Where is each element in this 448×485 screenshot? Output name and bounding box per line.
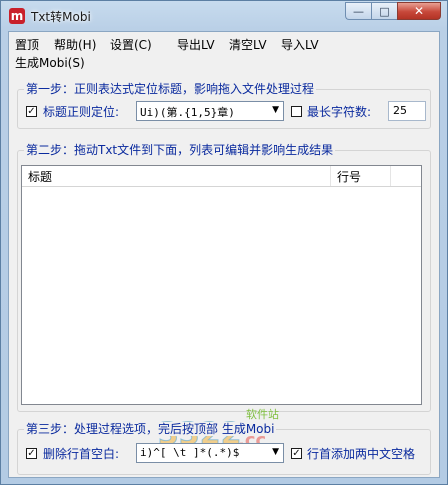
title-bar[interactable]: m Txt转Mobi — □ ✕ <box>1 1 447 31</box>
menu-import-lv[interactable]: 导入LV <box>281 36 319 53</box>
step3-group: 第三步：处理过程选项，完后按顶部 生成Mobi ✓ 删除行首空白: i)^[ \… <box>17 422 431 475</box>
maximize-icon: □ <box>379 4 390 18</box>
list-header: 标题 行号 <box>22 166 421 187</box>
step1-label: 第一步：正则表达式定位标题，影响拖入文件处理过程 <box>24 82 317 96</box>
menu-bar: 置顶 帮助(H) 设置(C) 导出LV 清空LV 导入LV 生成Mobi(S) <box>9 32 439 72</box>
client-area: 置顶 帮助(H) 设置(C) 导出LV 清空LV 导入LV 生成Mobi(S) … <box>8 31 440 478</box>
close-button[interactable]: ✕ <box>397 2 441 20</box>
app-window: m Txt转Mobi — □ ✕ 置顶 帮助(H) 设置(C) 导出LV 清空L… <box>0 0 448 485</box>
step3-label: 第三步：处理过程选项，完后按顶部 生成Mobi <box>24 422 277 436</box>
trim-whitespace-checkbox[interactable]: ✓ <box>26 448 37 459</box>
add-indent-checkbox[interactable]: ✓ <box>291 448 302 459</box>
app-icon: m <box>9 8 25 24</box>
dropdown-arrow-icon[interactable]: ▼ <box>272 105 279 115</box>
trim-regex-combo[interactable]: i)^[ \t ]*(.*)$ ▼ <box>136 443 284 463</box>
title-regex-label: 标题正则定位: <box>43 105 120 119</box>
max-chars-label: 最长字符数: <box>307 105 372 119</box>
caption-buttons: — □ ✕ <box>345 2 441 20</box>
minimize-button[interactable]: — <box>345 2 371 20</box>
title-regex-value: Ui)(第.{1,5}章) <box>140 106 235 119</box>
maximize-button[interactable]: □ <box>371 2 397 20</box>
menu-generate-mobi[interactable]: 生成Mobi(S) <box>15 54 85 71</box>
max-chars-input[interactable]: 25 <box>388 101 426 121</box>
column-line-number[interactable]: 行号 <box>331 166 391 186</box>
title-regex-checkbox[interactable]: ✓ <box>26 106 37 117</box>
menu-help[interactable]: 帮助(H) <box>54 36 96 53</box>
file-list-view[interactable]: 标题 行号 <box>21 165 422 405</box>
menu-pin-top[interactable]: 置顶 <box>15 36 39 53</box>
watermark-site-label: 软件站 <box>246 407 279 421</box>
minimize-icon: — <box>353 4 364 18</box>
dropdown-arrow-icon[interactable]: ▼ <box>272 447 279 457</box>
menu-clear-lv[interactable]: 清空LV <box>229 36 267 53</box>
menu-settings[interactable]: 设置(C) <box>110 36 152 53</box>
window-title: Txt转Mobi <box>31 10 91 24</box>
add-indent-label: 行首添加两中文空格 <box>307 447 416 461</box>
trim-whitespace-label: 删除行首空白: <box>43 447 120 461</box>
max-chars-checkbox[interactable] <box>291 106 302 117</box>
trim-regex-value: i)^[ \t ]*(.*)$ <box>140 446 240 459</box>
menu-export-lv[interactable]: 导出LV <box>177 36 215 53</box>
close-icon: ✕ <box>413 4 425 18</box>
step1-group: 第一步：正则表达式定位标题，影响拖入文件处理过程 ✓ 标题正则定位: Ui)(第… <box>17 82 431 129</box>
column-filler <box>391 166 421 186</box>
title-regex-combo[interactable]: Ui)(第.{1,5}章) ▼ <box>136 101 284 121</box>
step2-label: 第二步：拖动Txt文件到下面，列表可编辑并影响生成结果 <box>24 143 336 157</box>
column-title[interactable]: 标题 <box>22 166 331 186</box>
